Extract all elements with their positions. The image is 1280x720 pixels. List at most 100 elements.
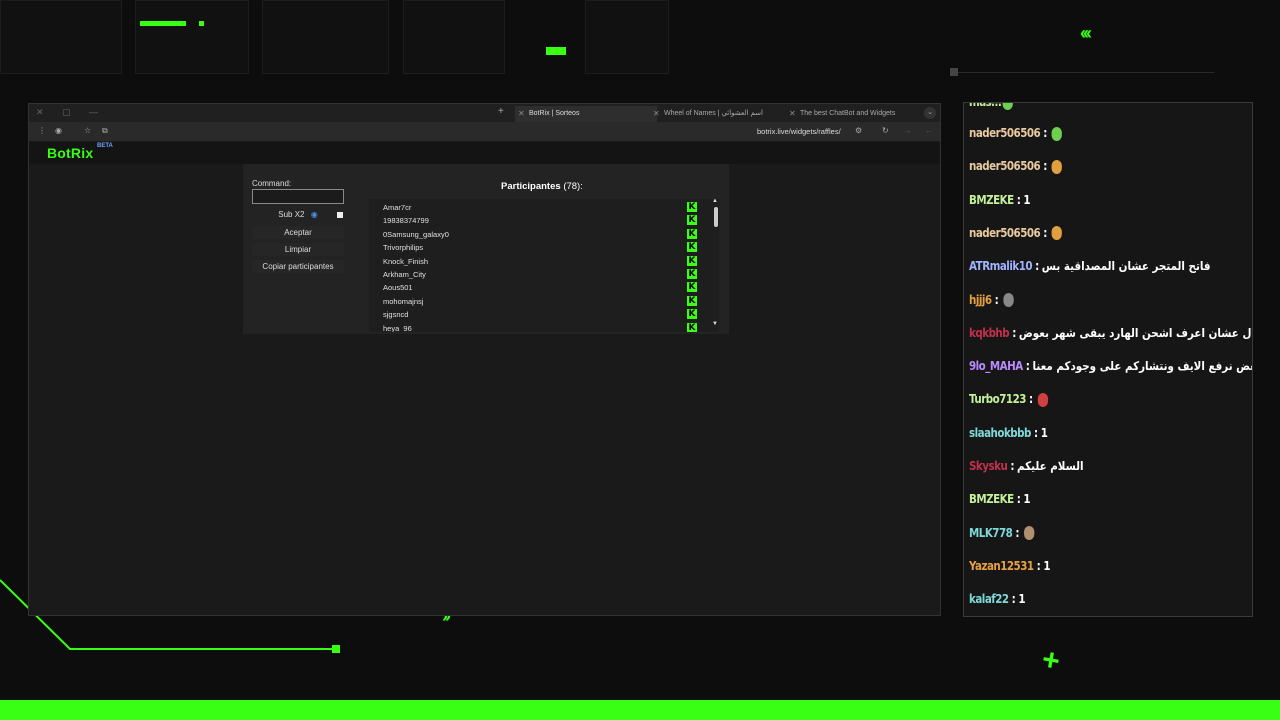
chevrons-left-icon: ‹‹‹: [1080, 23, 1092, 43]
scroll-up-icon[interactable]: ▲: [712, 199, 718, 204]
kick-logo-icon: K: [687, 295, 697, 306]
chat-message: ATRmalik10 : فاتح المتجر عشان المصداقية …: [969, 255, 1211, 277]
chat-username[interactable]: hjjj6: [969, 293, 992, 307]
participant-row: 0Samsung_galaxy0 K: [369, 228, 704, 241]
minimize-window-icon[interactable]: —: [89, 107, 98, 117]
chat-text: 1: [1018, 592, 1026, 607]
scrollbar-thumb[interactable]: [714, 207, 718, 227]
command-input[interactable]: [252, 189, 344, 204]
tab-label: Wheel of Names | اسم العشوائي: [664, 110, 763, 117]
close-window-icon[interactable]: ✕: [36, 107, 44, 118]
chat-username[interactable]: slaahokbbb: [969, 426, 1031, 440]
clear-button[interactable]: Limpiar: [252, 243, 344, 256]
chat-username[interactable]: Yazan12531: [969, 559, 1034, 573]
chat-separator: :: [1032, 259, 1042, 274]
bg-divider: [956, 72, 1214, 73]
chat-separator: :: [1013, 192, 1024, 207]
participant-name: Amar7cr: [383, 203, 412, 212]
participant-name: Knock_Finish: [383, 256, 429, 266]
botrix-header: BotRix BETA: [29, 142, 940, 164]
chat-username[interactable]: Turbo7123: [969, 392, 1026, 406]
tab-chatbot[interactable]: ✕ The best ChatBot and Widgets: [786, 106, 928, 122]
chat-username[interactable]: BMZEKE: [969, 492, 1014, 506]
chat-text: السلام عليكم: [1017, 459, 1084, 473]
reload-icon[interactable]: ↻: [882, 126, 889, 135]
bg-block-1: [0, 0, 122, 74]
chat-username[interactable]: nader506506: [969, 126, 1041, 140]
chat-message-partial: mas…: [969, 103, 1014, 113]
sub-x2-option[interactable]: Sub X2 ◉: [252, 210, 344, 222]
tab-close-icon[interactable]: ✕: [789, 106, 796, 122]
bg-block-4: [403, 0, 505, 74]
emote-icon: [1037, 392, 1048, 407]
participant-row: Trivorphilips K: [369, 241, 704, 254]
new-tab-icon[interactable]: +: [498, 106, 504, 117]
participant-row: Knock_Finish K: [369, 255, 704, 268]
command-label: Command:: [252, 179, 292, 188]
chat-text: مشورين جميعا حيالكم شنو التفاعل خلينا مع…: [1032, 359, 1252, 374]
copy-participants-button[interactable]: Copiar participantes: [252, 260, 344, 273]
chat-separator: :: [1013, 492, 1024, 507]
tab-bar: ✕ ▢ — + ✕ BotRix | Sorteos ✕ Wheel of Na…: [29, 104, 940, 122]
forward-icon[interactable]: →: [904, 126, 912, 135]
tab-botrix[interactable]: ✕ BotRix | Sorteos: [515, 106, 657, 122]
chat-username[interactable]: Skysku: [969, 459, 1008, 473]
chat-separator: :: [1033, 558, 1044, 573]
kick-logo-icon: K: [687, 242, 697, 253]
chat-panel: mas… nader506506 : nader506506 : BMZEKE …: [963, 102, 1253, 617]
chat-username[interactable]: MLK778: [969, 526, 1013, 540]
chat-message: Turbo7123 :: [969, 388, 1048, 410]
sub-x2-checkbox[interactable]: [337, 212, 343, 218]
chat-separator: :: [1040, 225, 1050, 240]
chat-message: nader506506 :: [969, 122, 1063, 144]
chat-username[interactable]: kalaf22: [969, 592, 1009, 606]
chat-username[interactable]: nader506506: [969, 159, 1041, 173]
emote-icon: [1051, 226, 1063, 241]
accent-dash-2: [199, 21, 204, 26]
chat-username[interactable]: 9lo_MAHA: [969, 359, 1023, 373]
star-icon[interactable]: ☆: [84, 126, 91, 135]
chat-username[interactable]: BMZEKE: [969, 193, 1014, 207]
chat-separator: :: [1012, 525, 1023, 540]
chat-username[interactable]: kqkbhb: [969, 326, 1010, 340]
chat-text: 1: [1040, 425, 1048, 440]
chat-separator: :: [1025, 392, 1036, 407]
emote-icon: [1003, 293, 1014, 307]
scroll-down-icon[interactable]: ▼: [712, 321, 718, 327]
chat-message: hjjj6 :: [969, 289, 1014, 311]
chat-message: kalaf22 : 1: [969, 588, 1026, 610]
tab-close-icon[interactable]: ✕: [518, 106, 525, 122]
tab-close-icon[interactable]: ✕: [653, 106, 660, 122]
bg-square-marker: [950, 68, 958, 76]
participant-name: Trivorphilips: [383, 243, 424, 253]
chat-username[interactable]: nader506506: [969, 226, 1041, 240]
tab-wheel-of-names[interactable]: ✕ Wheel of Names | اسم العشوائي: [650, 106, 792, 122]
bg-block-3: [262, 0, 389, 74]
raffle-panel: Command: Sub X2 ◉ Aceptar Limpiar Copiar…: [243, 164, 729, 334]
accept-button[interactable]: Aceptar: [252, 226, 344, 239]
emote-icon: [1051, 126, 1063, 141]
back-icon[interactable]: ←: [925, 126, 933, 135]
botrix-logo[interactable]: BotRix: [47, 145, 93, 161]
participants-list[interactable]: ▲ ▼ Amar7cr K 19838374799 K 0Samsung_galaxy0…: [369, 199, 719, 332]
chat-username[interactable]: ATRmalik10: [969, 259, 1033, 273]
site-settings-icon[interactable]: ⚙: [855, 126, 862, 135]
participant-name: Aous501: [383, 283, 413, 293]
eye-icon[interactable]: ◉: [311, 210, 318, 219]
tab-search-icon[interactable]: ⌄: [924, 107, 936, 119]
address-bar[interactable]: botrix.live/widgets/raffles/: [757, 127, 841, 136]
kick-logo-icon: K: [687, 255, 697, 266]
chat-message: nader506506 :: [969, 155, 1063, 177]
kick-logo-icon: K: [687, 322, 697, 332]
restore-window-icon[interactable]: ▢: [62, 107, 71, 118]
plus-icon: +: [1039, 642, 1063, 679]
emote-icon: [1051, 159, 1063, 174]
kick-logo-icon: K: [687, 309, 697, 320]
chat-message: BMZEKE : 1: [969, 488, 1031, 510]
extensions-icon[interactable]: ⧉: [102, 126, 108, 136]
eye-icon[interactable]: ◉: [55, 126, 62, 135]
participant-name: heya_96: [383, 323, 412, 332]
accent-bottom-bar: [0, 700, 1280, 720]
browser-window: ✕ ▢ — + ✕ BotRix | Sorteos ✕ Wheel of Na…: [28, 103, 941, 616]
menu-dots-icon[interactable]: ⋮: [38, 126, 46, 135]
